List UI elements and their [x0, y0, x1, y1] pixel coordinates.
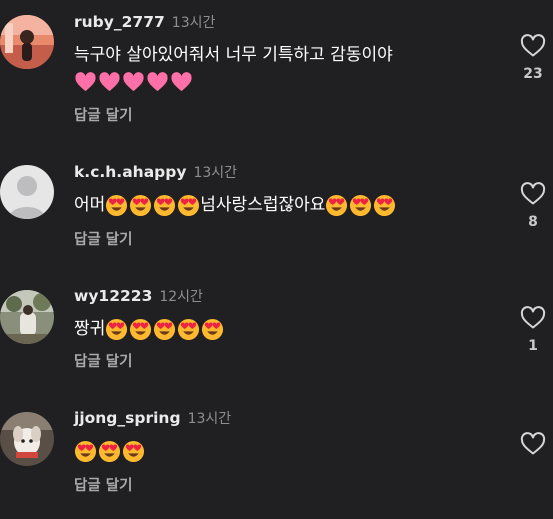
heart-eyes-emoji-row	[105, 194, 200, 217]
comment-body	[74, 438, 504, 465]
pink-heart-icon	[123, 72, 144, 92]
comment-header: wy12223 12시간	[74, 284, 203, 308]
like-button[interactable]: 23	[516, 34, 550, 82]
comment-header: jjong_spring 13시간	[74, 406, 231, 430]
avatar[interactable]	[0, 412, 54, 466]
comment-time: 12시간	[159, 289, 203, 305]
like-button[interactable]: 1	[516, 306, 550, 354]
heart-outline-icon	[520, 182, 546, 205]
heart-eyes-face-icon	[106, 194, 128, 217]
username[interactable]: k.c.h.ahappy	[74, 163, 186, 181]
comment-time: 13시간	[187, 411, 232, 427]
comment-body: 짱귀	[74, 316, 504, 343]
username[interactable]: wy12223	[74, 287, 152, 305]
reply-button[interactable]: 답글 달기	[74, 474, 132, 495]
heart-eyes-face-icon	[374, 194, 396, 217]
like-count: 8	[528, 214, 538, 230]
like-button[interactable]	[516, 432, 550, 456]
heart-outline-icon	[520, 306, 546, 329]
username[interactable]: ruby_2777	[74, 13, 165, 31]
comment-body: 늑구야 살아있어줘서 너무 기특하고 감동이야	[74, 42, 504, 96]
reply-button[interactable]: 답글 달기	[74, 104, 132, 125]
heart-eyes-face-icon	[74, 440, 97, 463]
comment-item: k.c.h.ahappy 13시간 어머 넘사랑스럽잖아요 답글 달기 8	[0, 160, 553, 260]
comment-text-after: 넘사랑스럽잖아요	[200, 195, 326, 215]
heart-eyes-face-icon	[130, 318, 152, 341]
heart-eyes-face-icon	[154, 194, 176, 217]
comment-text-before: 어머	[74, 195, 106, 215]
comment-item: wy12223 12시간 짱귀 답글 달기 1	[0, 284, 553, 384]
pink-heart-icon	[75, 72, 96, 92]
heart-eyes-face-icon	[98, 440, 121, 463]
heart-eyes-emoji-row	[325, 194, 396, 217]
like-count: 1	[528, 338, 538, 354]
heart-outline-icon	[520, 432, 546, 455]
comment-header: k.c.h.ahappy 13시간	[74, 160, 237, 184]
heart-eyes-face-icon	[106, 318, 128, 341]
username[interactable]: jjong_spring	[74, 409, 181, 427]
comment-text: 늑구야 살아있어줘서 너무 기특하고 감동이야	[74, 45, 393, 65]
heart-eyes-face-icon	[202, 318, 224, 341]
avatar[interactable]	[0, 165, 54, 219]
heart-eyes-face-icon	[326, 194, 348, 217]
pink-heart-icon	[171, 72, 192, 92]
like-button[interactable]: 8	[516, 182, 550, 230]
heart-eyes-face-icon	[154, 318, 176, 341]
comment-body: 어머 넘사랑스럽잖아요	[74, 192, 504, 219]
pink-heart-emoji-row	[74, 69, 504, 96]
avatar[interactable]	[0, 290, 54, 344]
comment-item: ruby_2777 13시간 늑구야 살아있어줘서 너무 기특하고 감동이야 답…	[0, 10, 553, 130]
heart-eyes-face-icon	[350, 194, 372, 217]
like-count: 23	[523, 66, 543, 82]
heart-eyes-face-icon	[178, 318, 200, 341]
avatar[interactable]	[0, 15, 54, 69]
comment-item: jjong_spring 13시간 답글 달기	[0, 406, 553, 506]
heart-eyes-emoji-row	[105, 318, 224, 341]
heart-eyes-face-icon	[178, 194, 200, 217]
comment-time: 13시간	[193, 165, 238, 181]
heart-outline-icon	[520, 34, 546, 57]
pink-heart-icon	[147, 72, 168, 92]
pink-heart-icon	[99, 72, 120, 92]
reply-button[interactable]: 답글 달기	[74, 228, 132, 249]
comment-header: ruby_2777 13시간	[74, 10, 215, 34]
reply-button[interactable]: 답글 달기	[74, 350, 132, 371]
comment-text: 짱귀	[74, 319, 106, 339]
comment-time: 13시간	[171, 15, 216, 31]
heart-eyes-emoji-row	[74, 440, 145, 463]
heart-eyes-face-icon	[130, 194, 152, 217]
heart-eyes-face-icon	[122, 440, 145, 463]
